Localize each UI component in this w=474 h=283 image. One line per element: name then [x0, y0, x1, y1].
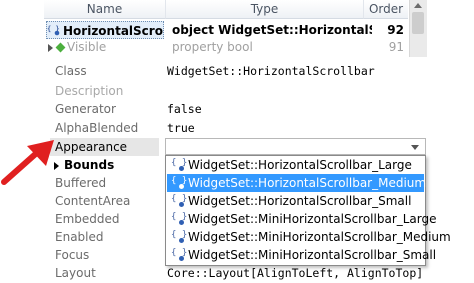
property-row-description[interactable]: Description: [50, 82, 435, 100]
list-row-horizontalscrollbar[interactable]: { } HorizontalScrollbar object WidgetSet…: [44, 21, 409, 39]
dropdown-option[interactable]: { } WidgetSet::MiniHorizontalScrollbar_S…: [167, 246, 436, 264]
list-row-name-cell: { } HorizontalScrollbar: [46, 21, 164, 39]
property-value[interactable]: true: [167, 119, 195, 137]
object-icon: { }: [171, 249, 187, 261]
object-icon: { }: [47, 23, 61, 39]
property-value[interactable]: Core::Layout[AlignToLeft, AlignToTop]: [167, 264, 423, 282]
property-label: Appearance: [50, 138, 159, 156]
property-value[interactable]: WidgetSet::HorizontalScrollbar: [167, 62, 375, 80]
column-header-order[interactable]: Order: [364, 0, 408, 19]
object-icon: { }: [171, 195, 187, 207]
object-icon: { }: [171, 159, 187, 171]
property-label: Description: [55, 84, 124, 98]
list-row-name-cell: Visible: [46, 38, 164, 56]
property-row-class[interactable]: Class WidgetSet::HorizontalScrollbar: [50, 62, 435, 80]
dropdown-option-label: WidgetSet::HorizontalScrollbar_Medium: [188, 176, 427, 190]
list-row-name: Visible: [67, 40, 107, 54]
dropdown-option[interactable]: { } WidgetSet::MiniHorizontalScrollbar_L…: [167, 210, 437, 228]
object-icon: { }: [171, 231, 187, 243]
list-row-visible[interactable]: Visible property bool 91: [44, 38, 409, 56]
property-label: Focus: [55, 248, 90, 262]
list-row-order: 92: [387, 23, 404, 37]
property-row-alphablended[interactable]: AlphaBlended true: [50, 119, 435, 137]
column-header-name[interactable]: Name: [44, 0, 166, 19]
property-label: Layout: [55, 266, 96, 280]
property-diamond-icon: [55, 42, 66, 53]
appearance-dropdown-list[interactable]: { } WidgetSet::HorizontalScrollbar_Large…: [165, 155, 451, 266]
property-label: Class: [55, 64, 87, 78]
dropdown-option-label: WidgetSet::HorizontalScrollbar_Small: [188, 194, 412, 208]
property-label: AlphaBlended: [55, 121, 139, 135]
dropdown-option[interactable]: { } WidgetSet::HorizontalScrollbar_Large: [167, 156, 424, 174]
expand-arrow-icon: [48, 43, 53, 52]
dropdown-option[interactable]: { } WidgetSet::HorizontalScrollbar_Small: [167, 192, 424, 210]
property-row-layout[interactable]: Layout Core::Layout[AlignToLeft, AlignTo…: [50, 264, 435, 282]
dropdown-option-label: WidgetSet::HorizontalScrollbar_Large: [188, 158, 412, 172]
annotation-arrow-icon: [1, 140, 54, 185]
member-list: Name Type Order { } HorizontalScrollbar …: [0, 0, 474, 57]
property-value[interactable]: false: [167, 100, 202, 118]
object-icon: { }: [171, 213, 187, 225]
list-row-type: property bool: [172, 40, 253, 54]
list-row-type: object WidgetSet::HorizontalScrollbar: [172, 23, 372, 37]
appearance-combobox[interactable]: [165, 138, 426, 155]
property-row-generator[interactable]: Generator false: [50, 100, 435, 118]
scroll-up-icon[interactable]: [414, 3, 422, 8]
vertical-scrollbar[interactable]: [409, 0, 427, 57]
property-label: Embedded: [55, 212, 120, 226]
property-label: Enabled: [55, 230, 104, 244]
dropdown-option-selected[interactable]: { } WidgetSet::HorizontalScrollbar_Mediu…: [167, 174, 427, 192]
dropdown-option-label: WidgetSet::MiniHorizontalScrollbar_Large: [188, 212, 437, 226]
dropdown-option-label: WidgetSet::MiniHorizontalScrollbar_Mediu…: [188, 230, 451, 244]
scroll-thumb[interactable]: [412, 12, 424, 34]
property-label: Bounds: [64, 158, 115, 172]
property-label: ContentArea: [55, 194, 131, 208]
object-icon: { }: [171, 177, 187, 189]
column-header-type[interactable]: Type: [166, 0, 364, 19]
list-row-name: HorizontalScrollbar: [63, 24, 163, 38]
property-label: Buffered: [55, 176, 107, 190]
list-row-order: 91: [388, 40, 404, 54]
property-label-bounds: Bounds: [54, 156, 161, 174]
dropdown-option-label: WidgetSet::MiniHorizontalScrollbar_Small: [188, 248, 437, 262]
dropdown-option[interactable]: { } WidgetSet::MiniHorizontalScrollbar_M…: [167, 228, 451, 246]
property-label: Generator: [55, 102, 116, 116]
chevron-down-icon[interactable]: [411, 145, 419, 150]
